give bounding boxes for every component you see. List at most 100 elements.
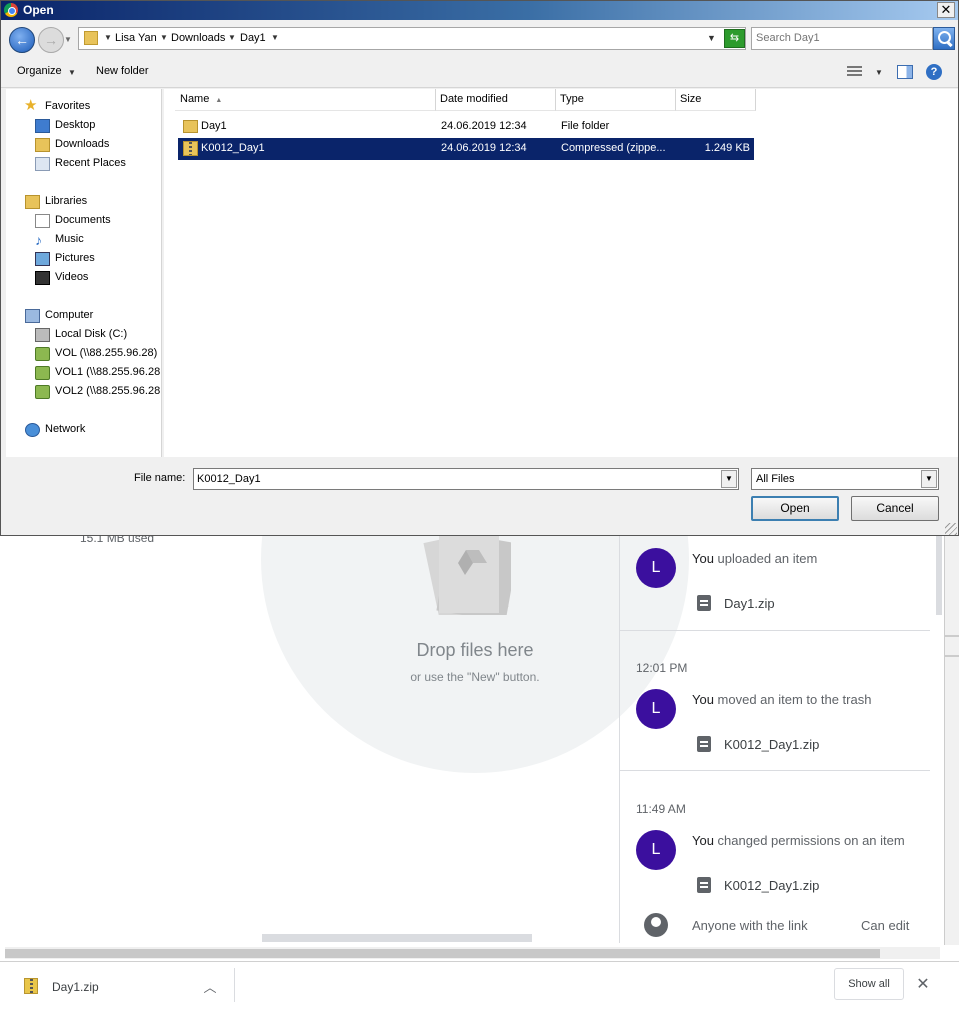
search-input[interactable] xyxy=(756,32,926,44)
organize-button[interactable]: Organize xyxy=(17,65,62,77)
network-drive-icon xyxy=(35,366,50,380)
nav-downloads[interactable]: Downloads xyxy=(55,138,109,150)
file-type: File folder xyxy=(561,120,610,132)
chevron-down-icon[interactable]: ▼ xyxy=(228,33,236,42)
address-bar[interactable]: ▼ Lisa Yan ▼ Downloads ▼ Day1 ▼ ▼ xyxy=(78,27,746,50)
videos-icon xyxy=(35,271,50,285)
link-share-icon xyxy=(644,913,668,937)
activity-scrollbar[interactable] xyxy=(936,535,942,615)
avatar: L xyxy=(636,830,676,870)
nav-network-drive[interactable]: VOL2 (\\88.255.96.28 xyxy=(55,385,160,397)
nav-local-disk[interactable]: Local Disk (C:) xyxy=(55,328,127,340)
chevron-down-icon[interactable]: ▼ xyxy=(271,33,279,42)
cancel-button[interactable]: Cancel xyxy=(851,496,939,521)
star-icon: ★ xyxy=(24,97,38,114)
sort-ascending-icon: ▲ xyxy=(215,97,223,104)
nav-network-drive[interactable]: VOL (\\88.255.96.28) xyxy=(55,347,157,359)
breadcrumb-item[interactable]: Day1 xyxy=(240,32,266,44)
main-horizontal-scrollbar[interactable] xyxy=(262,934,532,942)
folder-icon xyxy=(84,31,98,45)
edge-tick xyxy=(945,655,959,657)
nav-favorites[interactable]: Favorites xyxy=(45,100,90,112)
address-row: ← → ▼ ▼ Lisa Yan ▼ Downloads ▼ Day1 ▼ ▼ … xyxy=(1,21,958,57)
breadcrumb-item[interactable]: Downloads xyxy=(171,32,225,44)
refresh-button[interactable]: ⇆ xyxy=(724,29,745,48)
close-button[interactable]: ✕ xyxy=(937,2,955,18)
file-type-select[interactable]: All Files ▼ xyxy=(751,468,939,490)
help-icon[interactable]: ? xyxy=(926,64,942,80)
network-icon xyxy=(25,423,40,437)
avatar: L xyxy=(636,548,676,588)
resize-grip[interactable] xyxy=(945,523,957,535)
zip-folder-icon xyxy=(183,141,198,156)
desktop-icon xyxy=(35,119,50,133)
chevron-down-icon[interactable]: ▼ xyxy=(68,68,76,77)
activity-file[interactable]: K0012_Day1.zip xyxy=(724,737,819,752)
nav-videos[interactable]: Videos xyxy=(55,271,88,283)
download-file-name[interactable]: Day1.zip xyxy=(52,980,99,994)
forward-button[interactable]: → xyxy=(38,27,64,53)
file-row[interactable]: Day1 24.06.2019 12:34 File folder xyxy=(178,116,754,138)
file-date: 24.06.2019 12:34 xyxy=(441,120,527,132)
recent-places-icon xyxy=(35,157,50,171)
open-button[interactable]: Open xyxy=(751,496,839,521)
chevron-down-icon[interactable]: ▼ xyxy=(875,68,883,77)
nav-desktop[interactable]: Desktop xyxy=(55,119,95,131)
toolbar: Organize ▼ New folder ▼ ? xyxy=(1,57,958,88)
address-history-dropdown[interactable]: ▼ xyxy=(707,33,716,43)
search-icon[interactable] xyxy=(933,27,955,50)
column-header-date[interactable]: Date modified xyxy=(436,89,556,111)
column-header-name[interactable]: Name ▲ xyxy=(175,89,436,111)
activity-file[interactable]: Day1.zip xyxy=(724,596,775,611)
divider xyxy=(620,630,930,631)
nav-music[interactable]: Music xyxy=(55,233,84,245)
chevron-up-icon[interactable]: ︿ xyxy=(200,977,220,995)
nav-network[interactable]: Network xyxy=(45,423,85,435)
column-header-size[interactable]: Size xyxy=(676,89,756,111)
chevron-down-icon[interactable]: ▼ xyxy=(104,33,112,42)
chevron-down-icon[interactable]: ▼ xyxy=(721,470,737,488)
close-icon[interactable]: ✕ xyxy=(912,974,934,996)
column-header-type[interactable]: Type xyxy=(556,89,676,111)
drop-subtitle: or use the "New" button. xyxy=(410,670,540,684)
show-all-button[interactable]: Show all xyxy=(834,968,904,1000)
file-name-label: File name: xyxy=(134,472,186,484)
activity-file[interactable]: K0012_Day1.zip xyxy=(724,878,819,893)
breadcrumb-item[interactable]: Lisa Yan xyxy=(115,32,157,44)
recent-locations-dropdown[interactable]: ▼ xyxy=(64,35,72,44)
back-button[interactable]: ← xyxy=(9,27,35,53)
preview-pane-icon[interactable] xyxy=(897,65,913,79)
chevron-down-icon[interactable]: ▼ xyxy=(160,33,168,42)
nav-documents[interactable]: Documents xyxy=(55,214,111,226)
zip-file-icon xyxy=(24,978,38,994)
file-row[interactable]: K0012_Day1 24.06.2019 12:34 Compressed (… xyxy=(178,138,754,160)
activity-text: You moved an item to the trash xyxy=(692,692,872,707)
page-horizontal-scroll-thumb[interactable] xyxy=(5,949,880,958)
file-type-value: All Files xyxy=(756,473,795,485)
title-bar: Open ✕ xyxy=(1,1,958,20)
folder-icon xyxy=(183,120,198,133)
chevron-down-icon[interactable]: ▼ xyxy=(921,470,937,488)
file-name-combobox[interactable]: ▼ xyxy=(193,468,739,490)
network-drive-icon xyxy=(35,385,50,399)
activity-time: 11:49 AM xyxy=(636,802,686,816)
pictures-icon xyxy=(35,252,50,266)
browser-page: 15.1 MB used Drop files here or use the … xyxy=(0,531,959,1011)
nav-computer[interactable]: Computer xyxy=(45,309,93,321)
file-name: K0012_Day1 xyxy=(201,142,265,154)
avatar: L xyxy=(636,689,676,729)
new-folder-button[interactable]: New folder xyxy=(96,65,149,77)
computer-icon xyxy=(25,309,40,323)
nav-libraries[interactable]: Libraries xyxy=(45,195,87,207)
zip-file-icon xyxy=(697,877,711,893)
search-box[interactable] xyxy=(751,27,933,50)
network-drive-icon xyxy=(35,347,50,361)
view-details-icon[interactable] xyxy=(847,66,862,78)
dialog-title: Open xyxy=(23,3,54,17)
local-disk-icon xyxy=(35,328,50,342)
file-name-input[interactable] xyxy=(197,473,717,485)
nav-recent-places[interactable]: Recent Places xyxy=(55,157,126,169)
chrome-icon xyxy=(4,3,18,17)
nav-pictures[interactable]: Pictures xyxy=(55,252,95,264)
nav-network-drive[interactable]: VOL1 (\\88.255.96.28 xyxy=(55,366,160,378)
